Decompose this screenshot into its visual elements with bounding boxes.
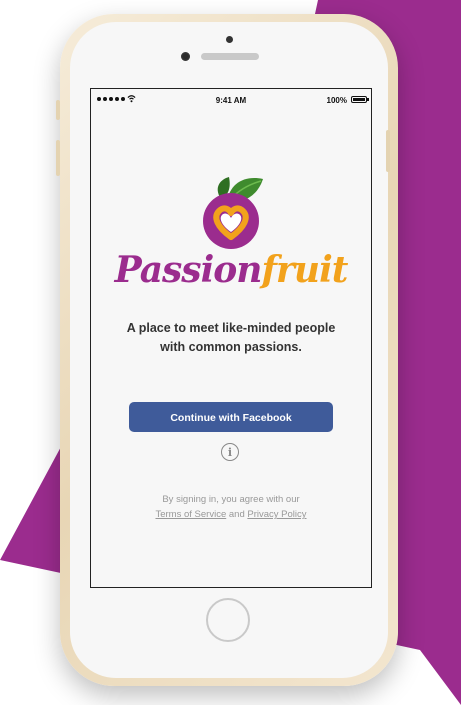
continue-with-facebook-button[interactable]: Continue with Facebook <box>129 402 333 432</box>
phone-side-button <box>386 130 390 172</box>
tagline: A place to meet like-minded people with … <box>111 319 351 357</box>
front-camera-icon <box>181 52 190 61</box>
terms-notice: By signing in, you agree with our Terms … <box>111 492 351 522</box>
brand-part-fruit: fruit <box>261 249 348 291</box>
phone-volume-down <box>56 140 60 176</box>
passionfruit-logo-icon <box>203 177 263 249</box>
info-icon[interactable]: i <box>221 443 239 461</box>
terms-of-service-link[interactable]: Terms of Service <box>155 509 226 520</box>
phone-screen: 9:41 AM 100% Passionfruit A place to mee… <box>90 88 372 588</box>
brand-wordmark: Passionfruit <box>91 249 371 291</box>
terms-prefix: By signing in, you agree with our <box>162 494 300 505</box>
brand-part-passion: Passion <box>114 249 263 291</box>
tagline-line-1: A place to meet like-minded people <box>126 321 336 335</box>
battery-icon <box>351 96 367 103</box>
earpiece-speaker <box>201 53 259 60</box>
camera-sensor-icon <box>226 36 233 43</box>
battery-cap <box>367 98 369 101</box>
privacy-policy-link[interactable]: Privacy Policy <box>247 509 306 520</box>
terms-links-line: Terms of Service and Privacy Policy <box>111 507 351 522</box>
home-button[interactable] <box>206 598 250 642</box>
battery-percentage: 100% <box>326 96 347 105</box>
terms-and-text: and <box>228 509 245 520</box>
phone-volume-up <box>56 100 60 120</box>
status-bar: 9:41 AM 100% <box>91 89 371 111</box>
tagline-line-2: with common passions. <box>160 340 302 354</box>
